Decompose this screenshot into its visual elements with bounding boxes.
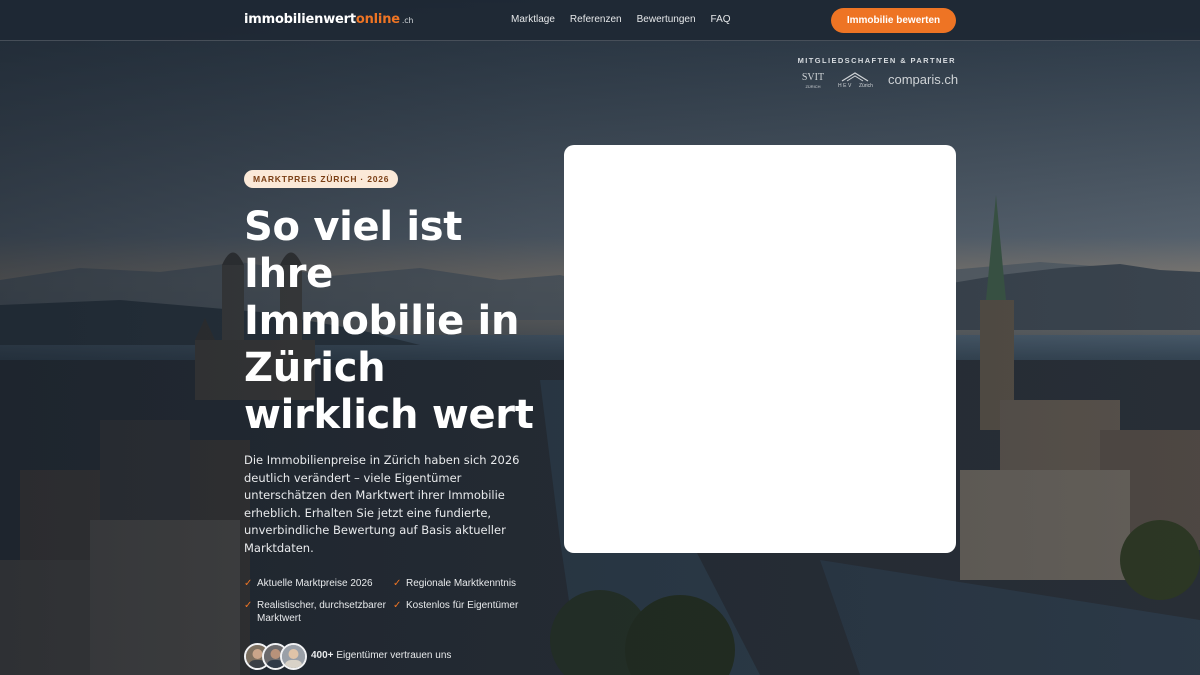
avatar-icon (280, 643, 307, 670)
svit-logo[interactable]: SVIT ZÜRICH (800, 72, 826, 92)
valuation-form-card (564, 145, 956, 553)
check-icon: ✓ (393, 600, 402, 611)
trust-text: 400+ Eigentümer vertrauen uns (311, 650, 451, 661)
svit-logo-sub: ZÜRICH (805, 84, 821, 89)
nav-link-bewertungen[interactable]: Bewertungen (637, 14, 696, 25)
logo-text-tld: .ch (401, 16, 414, 25)
nav-link-faq[interactable]: FAQ (711, 14, 731, 25)
feature-item: ✓ Kostenlos für Eigentümer (393, 599, 543, 612)
logo-text-main: immobilienwert (244, 12, 356, 27)
feature-item: ✓ Aktuelle Marktpreise 2026 (244, 577, 389, 590)
check-icon: ✓ (244, 578, 253, 589)
hev-logo-name: HEV (838, 83, 853, 89)
feature-label: Realistischer, durchsetzbarer Marktwert (257, 600, 386, 624)
feature-list: ✓ Aktuelle Marktpreise 2026 ✓ Regionale … (244, 577, 544, 627)
nav-link-marktlage[interactable]: Marktlage (511, 14, 555, 25)
hero-headline: So viel ist Ihre Immobilie in Zürich wir… (244, 204, 534, 438)
nav-link-referenzen[interactable]: Referenzen (570, 14, 622, 25)
hev-roof-icon (841, 72, 869, 82)
feature-label: Aktuelle Marktpreise 2026 (257, 578, 373, 589)
trust-count: 400+ (311, 650, 334, 661)
feature-item: ✓ Regionale Marktkenntnis (393, 577, 543, 590)
main-nav: Marktlage Referenzen Bewertungen FAQ (511, 14, 731, 25)
trust-label: Eigentümer vertrauen uns (336, 650, 452, 661)
site-header: immobilienwertonline .ch Marktlage Refere… (0, 0, 1200, 41)
market-price-badge: MARKTPREIS ZÜRICH · 2026 (244, 170, 399, 188)
hero-lead-text: Die Immobilienpreise in Zürich haben sic… (244, 453, 520, 555)
comparis-logo[interactable]: comparis.ch (888, 72, 958, 87)
logo-text-accent: online (355, 12, 400, 27)
feature-label: Regionale Marktkenntnis (406, 578, 517, 589)
feature-item: ✓ Realistischer, durchsetzbarer Marktwer… (244, 599, 389, 625)
site-logo[interactable]: immobilienwertonline .ch (244, 12, 414, 27)
partners-title: MITGLIEDSCHAFTEN & PARTNER (797, 56, 956, 65)
partner-logos: SVIT ZÜRICH HEV Zürich comparis.ch (798, 72, 958, 94)
hev-logo-sub: Zürich (859, 83, 873, 89)
svit-logo-name: SVIT (801, 72, 825, 83)
feature-label: Kostenlos für Eigentümer (406, 600, 519, 611)
check-icon: ✓ (393, 578, 402, 589)
hev-logo[interactable]: HEV Zürich (836, 72, 876, 94)
header-cta-button[interactable]: Immobilie bewerten (831, 8, 956, 33)
check-icon: ✓ (244, 600, 253, 611)
